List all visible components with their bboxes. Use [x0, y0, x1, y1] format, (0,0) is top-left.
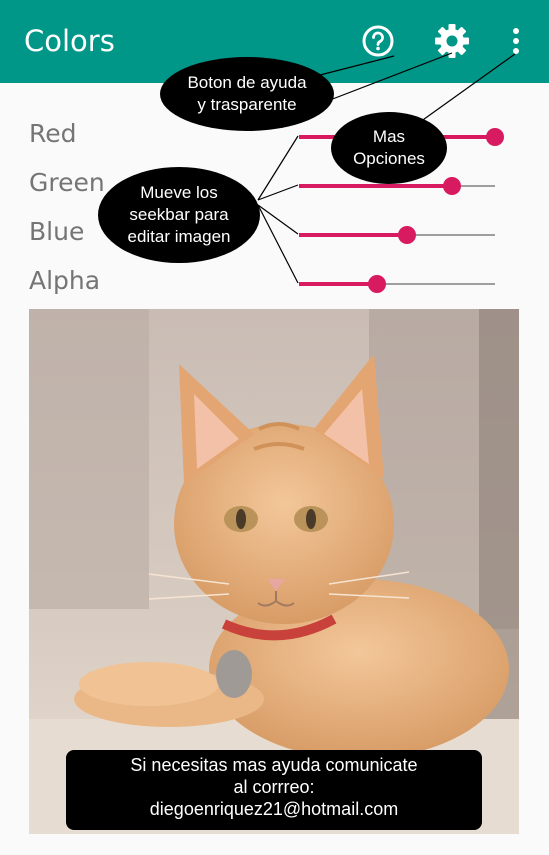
- seekbar-annotation-text: Mueve los seekbar para editar imagen: [127, 183, 231, 246]
- alpha-seekbar[interactable]: [299, 275, 495, 293]
- green-pointer-line: [257, 184, 299, 201]
- help-annotation-text: Boton de ayuda y trasparente: [187, 73, 307, 114]
- more-options-button[interactable]: [494, 19, 538, 63]
- blue-label: Blue: [29, 217, 85, 246]
- green-seekbar-thumb[interactable]: [442, 177, 461, 195]
- alpha-seekbar-thumb[interactable]: [368, 275, 387, 293]
- note-line-1: Si necesitas mas ayuda comunicate: [130, 755, 418, 775]
- help-contact-note: Si necesitas mas ayuda comunicate al cor…: [66, 750, 482, 830]
- note-line-3: diegoenriquez21@hotmail.com: [149, 799, 399, 819]
- note-line-2: al corrreo:: [233, 777, 315, 797]
- red-pointer-line: [257, 135, 299, 201]
- blue-seekbar-fill: [299, 233, 407, 237]
- more-vert-icon: [513, 28, 519, 54]
- green-label: Green: [29, 168, 105, 197]
- alpha-pointer-line: [257, 204, 299, 284]
- alpha-label: Alpha: [29, 266, 101, 295]
- green-seekbar-fill: [299, 184, 452, 188]
- gear-icon: [435, 24, 469, 58]
- alpha-seekbar-fill: [299, 282, 378, 286]
- blue-seekbar-thumb[interactable]: [397, 226, 416, 244]
- blue-pointer-line: [257, 204, 299, 235]
- green-seekbar[interactable]: [299, 177, 495, 195]
- help-circle-icon: [362, 25, 394, 57]
- red-seekbar-thumb[interactable]: [486, 128, 504, 146]
- seekbar-annotation-bubble: Mueve los seekbar para editar imagen: [98, 167, 260, 263]
- blue-seekbar[interactable]: [299, 226, 495, 244]
- more-options-annotation-text: Mas Opciones: [353, 127, 425, 168]
- help-button[interactable]: [356, 19, 400, 63]
- red-label: Red: [29, 119, 77, 148]
- app-title: Colors: [24, 24, 115, 58]
- more-options-annotation-bubble: Mas Opciones: [331, 112, 447, 184]
- help-annotation-bubble: Boton de ayuda y trasparente: [160, 57, 334, 131]
- settings-button[interactable]: [430, 19, 474, 63]
